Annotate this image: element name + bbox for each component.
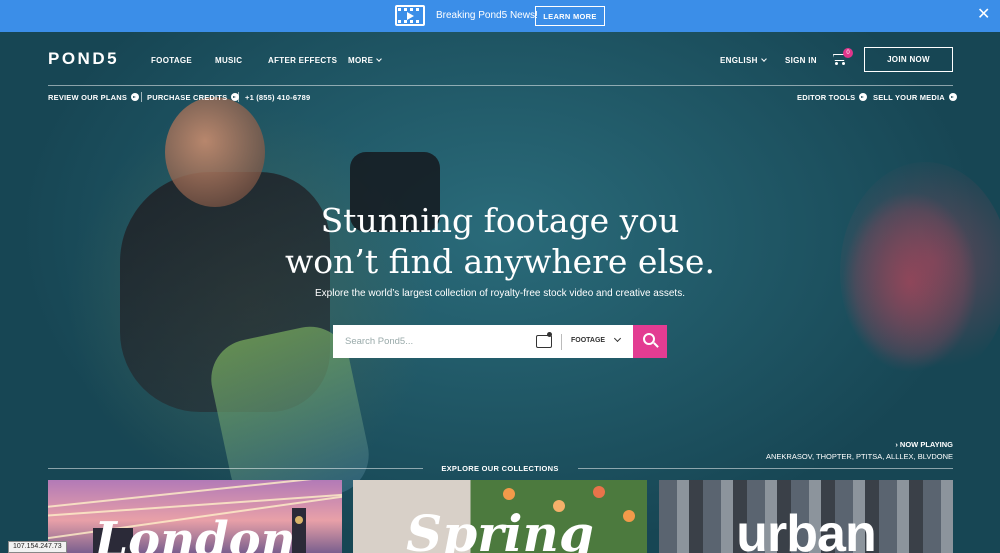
sell-media-label: SELL YOUR MEDIA: [873, 93, 945, 102]
diver-head-image: [165, 97, 265, 207]
collection-tile-urban[interactable]: urban: [659, 480, 953, 553]
purchase-credits-link[interactable]: PURCHASE CREDITS: [147, 93, 240, 102]
collection-tile-london[interactable]: London: [48, 480, 342, 553]
now-playing-credits: ANEKRASOV, THOPTER, PTITSA, ALLLEX, BLVD…: [765, 452, 953, 461]
subnav-separator: [238, 92, 239, 102]
tile-label: London: [94, 512, 296, 553]
announcement-bar: Breaking Pond5 News! LEARN MORE ✕: [0, 0, 1000, 32]
tile-label: urban: [736, 505, 876, 553]
chevron-down-icon: [376, 56, 383, 62]
close-icon[interactable]: ✕: [977, 7, 990, 23]
search-input[interactable]: [333, 325, 528, 358]
collections-divider-right: [578, 468, 953, 469]
search-button[interactable]: [633, 325, 667, 358]
phone-number[interactable]: +1 (855) 410-6789: [245, 93, 310, 102]
sign-in-link[interactable]: SIGN IN: [785, 56, 817, 65]
chevron-down-icon: [760, 56, 767, 62]
hero: POND5 FOOTAGE MUSIC AFTER EFFECTS MORE E…: [0, 32, 1000, 553]
language-label: ENGLISH: [720, 56, 758, 65]
visual-search-icon[interactable]: [536, 332, 552, 348]
chevron-down-icon[interactable]: [613, 334, 622, 343]
hero-headline-line2: won’t find anywhere else.: [285, 242, 715, 281]
now-playing-label[interactable]: › NOW PLAYING: [860, 440, 953, 449]
logo[interactable]: POND5: [48, 49, 119, 69]
review-plans-link[interactable]: REVIEW OUR PLANS: [48, 93, 140, 102]
arrow-circle-icon: [859, 93, 868, 101]
collections-divider-left: [48, 468, 423, 469]
review-plans-label: REVIEW OUR PLANS: [48, 93, 128, 102]
header-divider: [48, 85, 953, 86]
nav-more[interactable]: MORE: [348, 56, 383, 65]
editor-tools-label: EDITOR TOOLS: [797, 93, 856, 102]
editor-tools-link[interactable]: EDITOR TOOLS: [797, 93, 868, 102]
ip-address-badge: 107.154.247.73: [8, 541, 67, 553]
nav-footage[interactable]: FOOTAGE: [151, 56, 192, 65]
search-bar: FOOTAGE: [333, 325, 633, 358]
hero-headline: Stunning footage you won’t find anywhere…: [200, 200, 800, 282]
arrow-circle-icon: [948, 93, 957, 101]
jellyfish-image: [840, 162, 1000, 382]
search-separator: [561, 334, 562, 350]
tile-label: Spring: [406, 504, 594, 553]
film-icon: [395, 5, 425, 26]
purchase-credits-label: PURCHASE CREDITS: [147, 93, 228, 102]
nav-music[interactable]: MUSIC: [215, 56, 242, 65]
nav-after-effects[interactable]: AFTER EFFECTS: [268, 56, 337, 65]
nav-more-label: MORE: [348, 56, 374, 65]
learn-more-button[interactable]: LEARN MORE: [535, 6, 605, 26]
collection-tile-spring[interactable]: Spring: [353, 480, 647, 553]
hero-subheadline: Explore the world’s largest collection o…: [315, 288, 685, 299]
arrow-circle-icon: [131, 93, 140, 101]
hero-headline-line1: Stunning footage you: [320, 201, 680, 240]
sell-media-link[interactable]: SELL YOUR MEDIA: [873, 93, 957, 102]
language-selector[interactable]: ENGLISH: [720, 56, 767, 65]
join-now-button[interactable]: JOIN NOW: [864, 47, 953, 72]
announcement-text: Breaking Pond5 News!: [436, 10, 538, 21]
collections-title: EXPLORE OUR COLLECTIONS: [441, 464, 559, 473]
search-type-select[interactable]: FOOTAGE: [571, 337, 605, 344]
subnav-separator: [141, 92, 142, 102]
cart-count-badge: 0: [843, 48, 853, 58]
